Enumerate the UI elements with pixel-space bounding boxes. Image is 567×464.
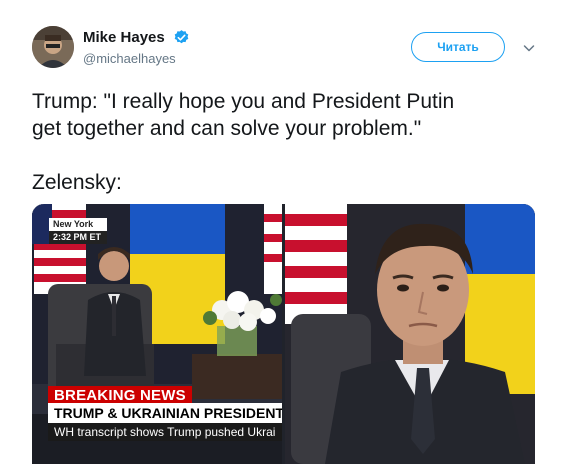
news-headline: TRUMP & UKRAINIAN PRESIDENT MEET AM <box>48 403 282 423</box>
tweet-text: Trump: "I really hope you and President … <box>32 90 455 194</box>
tweet-card: Mike Hayes @michaelhayes Читать Trump: "… <box>0 0 567 464</box>
follow-button[interactable]: Читать <box>411 32 505 62</box>
verified-badge-icon <box>173 29 190 46</box>
author-block: Mike Hayes @michaelhayes <box>83 29 190 66</box>
author-handle[interactable]: @michaelhayes <box>83 51 190 66</box>
media-grid: New York 2:32 PM ET BREAKING NEWS TRUMP … <box>32 204 535 464</box>
closeup-image <box>285 204 535 464</box>
news-subline: WH transcript shows Trump pushed Ukrai <box>48 423 282 441</box>
media-image-left[interactable]: New York 2:32 PM ET BREAKING NEWS TRUMP … <box>32 204 282 464</box>
media-image-right[interactable] <box>285 204 535 464</box>
author-display-name[interactable]: Mike Hayes <box>83 29 165 46</box>
avatar[interactable] <box>32 26 74 68</box>
chevron-down-icon[interactable] <box>521 40 537 56</box>
location-time: 2:32 PM ET <box>49 231 107 244</box>
location-city: New York <box>49 218 107 231</box>
location-tag: New York 2:32 PM ET <box>49 218 107 244</box>
